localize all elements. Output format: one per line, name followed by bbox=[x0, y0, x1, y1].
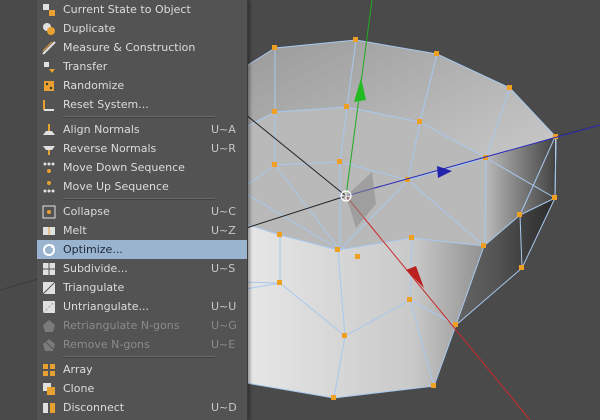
reset-system-icon bbox=[40, 98, 58, 112]
menu-item-shortcut: U~C bbox=[211, 205, 236, 218]
menu-item-shortcut: U~G bbox=[211, 319, 237, 332]
menu-item-label: Retriangulate N-gons bbox=[63, 319, 180, 332]
menu-item-triangulate[interactable]: Triangulate bbox=[37, 278, 247, 297]
menu-item-label: Transfer bbox=[63, 60, 108, 73]
menu-item-retriangulate-ngons: Retriangulate N-gons U~G bbox=[37, 316, 247, 335]
remove-ngons-icon bbox=[40, 338, 58, 352]
menu-item-current-state-to-object[interactable]: Current State to Object bbox=[37, 0, 247, 19]
menu-item-label: Duplicate bbox=[63, 22, 116, 35]
align-normals-icon bbox=[40, 123, 58, 137]
menu-item-label: Reverse Normals bbox=[63, 142, 157, 155]
menu-item-melt[interactable]: Melt U~Z bbox=[37, 221, 247, 240]
menu-item-shortcut: U~U bbox=[211, 300, 237, 313]
move-down-sequence-icon bbox=[40, 161, 58, 175]
menu-item-align-normals[interactable]: Align Normals U~A bbox=[37, 120, 247, 139]
menu-item-shortcut: U~A bbox=[211, 123, 236, 136]
menu-item-measure-construction[interactable]: Measure & Construction bbox=[37, 38, 247, 57]
menu-item-clone[interactable]: Clone bbox=[37, 379, 247, 398]
menu-item-shortcut: U~Z bbox=[211, 224, 236, 237]
menu-item-move-down-sequence[interactable]: Move Down Sequence bbox=[37, 158, 247, 177]
menu-item-label: Align Normals bbox=[63, 123, 140, 136]
menu-item-optimize[interactable]: Optimize... bbox=[37, 240, 247, 259]
transfer-icon bbox=[40, 60, 58, 74]
untriangulate-icon bbox=[40, 300, 58, 314]
menu-item-label: Disconnect bbox=[63, 401, 125, 414]
menu-item-label: Current State to Object bbox=[63, 3, 191, 16]
disconnect-icon bbox=[40, 401, 58, 415]
menu-item-reverse-normals[interactable]: Reverse Normals U~R bbox=[37, 139, 247, 158]
clone-icon bbox=[40, 382, 58, 396]
menu-item-label: Move Down Sequence bbox=[63, 161, 185, 174]
triangulate-icon bbox=[40, 281, 58, 295]
menu-item-label: Optimize... bbox=[63, 243, 123, 256]
duplicate-icon bbox=[40, 22, 58, 36]
mesh-commands-menu: Current State to Object Duplicate Measur… bbox=[37, 0, 248, 420]
menu-item-randomize[interactable]: Randomize bbox=[37, 76, 247, 95]
collapse-icon bbox=[40, 205, 58, 219]
subdivide-icon bbox=[40, 262, 58, 276]
menu-item-label: Measure & Construction bbox=[63, 41, 196, 54]
randomize-icon bbox=[40, 79, 58, 93]
menu-item-label: Reset System... bbox=[63, 98, 149, 111]
menu-item-array[interactable]: Array bbox=[37, 360, 247, 379]
menu-item-collapse[interactable]: Collapse U~C bbox=[37, 202, 247, 221]
menu-item-label: Move Up Sequence bbox=[63, 180, 169, 193]
reverse-normals-icon bbox=[40, 142, 58, 156]
menu-item-move-up-sequence[interactable]: Move Up Sequence bbox=[37, 177, 247, 196]
menu-item-duplicate[interactable]: Duplicate bbox=[37, 19, 247, 38]
menu-item-disconnect[interactable]: Disconnect U~D bbox=[37, 398, 247, 417]
menu-item-shortcut: U~R bbox=[211, 142, 236, 155]
menu-item-label: Randomize bbox=[63, 79, 125, 92]
menu-item-label: Remove N-gons bbox=[63, 338, 150, 351]
menu-item-label: Array bbox=[63, 363, 93, 376]
menu-item-shortcut: U~E bbox=[211, 338, 236, 351]
menu-item-shortcut: U~S bbox=[211, 262, 236, 275]
retriangulate-icon bbox=[40, 319, 58, 333]
menu-item-label: Clone bbox=[63, 382, 95, 395]
menu-item-label: Untriangulate... bbox=[63, 300, 149, 313]
menu-item-label: Collapse bbox=[63, 205, 110, 218]
optimize-icon bbox=[40, 243, 58, 257]
measure-icon bbox=[40, 40, 58, 55]
menu-item-label: Subdivide... bbox=[63, 262, 128, 275]
melt-icon bbox=[40, 224, 58, 238]
menu-item-remove-ngons: Remove N-gons U~E bbox=[37, 335, 247, 354]
array-icon bbox=[40, 363, 58, 377]
menu-item-label: Triangulate bbox=[63, 281, 125, 294]
menu-item-label: Melt bbox=[63, 224, 87, 237]
menu-item-reset-system[interactable]: Reset System... bbox=[37, 95, 247, 114]
menu-item-untriangulate[interactable]: Untriangulate... U~U bbox=[37, 297, 247, 316]
menu-item-subdivide[interactable]: Subdivide... U~S bbox=[37, 259, 247, 278]
move-up-sequence-icon bbox=[40, 180, 58, 194]
menu-item-shortcut: U~D bbox=[211, 401, 237, 414]
menu-item-transfer[interactable]: Transfer bbox=[37, 57, 247, 76]
current-state-icon bbox=[40, 3, 58, 17]
